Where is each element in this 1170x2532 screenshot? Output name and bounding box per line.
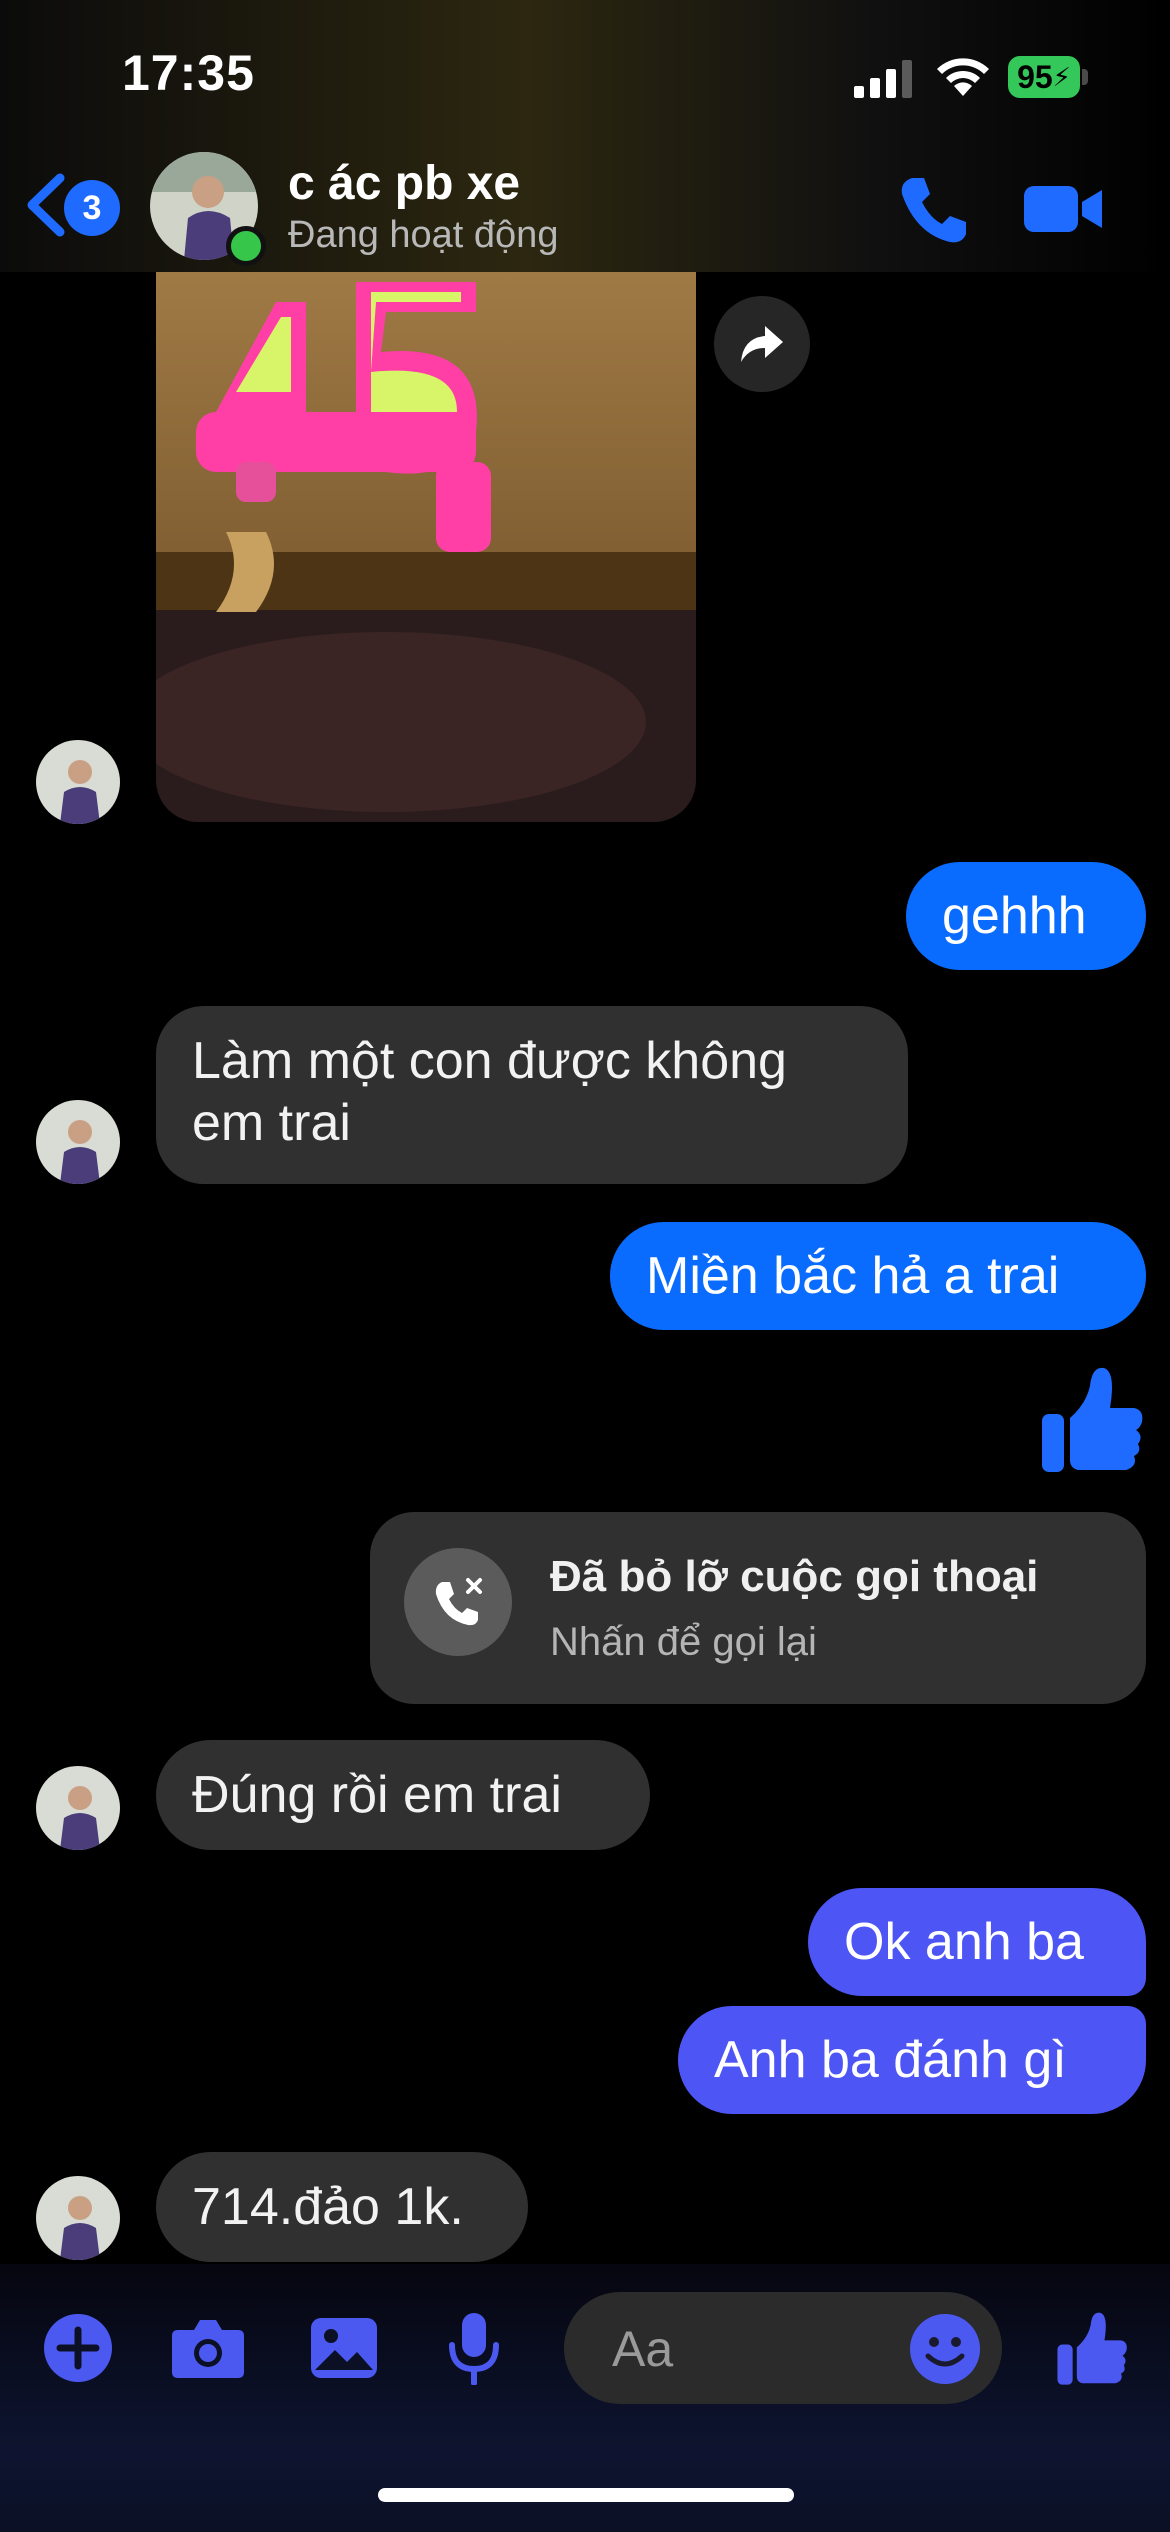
contact-avatar-small[interactable] <box>36 740 120 824</box>
missed-call-subtitle: Nhấn để gọi lại <box>550 1620 817 1664</box>
thumbs-up-button[interactable] <box>1054 2310 1130 2386</box>
outgoing-message[interactable]: Anh ba đánh gì <box>678 2006 1146 2114</box>
image-message[interactable] <box>156 272 696 822</box>
unread-count-badge[interactable]: 3 <box>64 180 120 236</box>
phone-call-button[interactable] <box>896 172 972 248</box>
contact-avatar-small[interactable] <box>36 1100 120 1184</box>
cellular-signal-icon <box>854 60 912 98</box>
contact-status: Đang hoạt động <box>288 214 559 256</box>
incoming-message[interactable]: 714.đảo 1k. <box>156 2152 528 2262</box>
gallery-button[interactable] <box>306 2310 382 2386</box>
battery-indicator: 95 ⚡ <box>1008 56 1088 98</box>
outgoing-message[interactable]: Miền bắc hả a trai <box>610 1222 1146 1330</box>
outgoing-message[interactable]: gehhh <box>906 862 1146 970</box>
microphone-icon <box>449 2313 499 2385</box>
missed-call-title: Đã bỏ lỡ cuộc gọi thoại <box>550 1552 1039 1601</box>
image-gallery-icon <box>311 2318 377 2378</box>
smiley-icon <box>925 2337 965 2367</box>
contact-name[interactable]: c ác pb xe <box>288 156 520 211</box>
outgoing-message[interactable]: Ok anh ba <box>808 1888 1146 1996</box>
incoming-message[interactable]: Đúng rồi em trai <box>156 1740 650 1850</box>
status-time: 17:35 <box>122 45 255 101</box>
forward-button[interactable] <box>714 296 810 392</box>
plus-circle-icon <box>44 2314 112 2382</box>
missed-call-icon[interactable] <box>404 1548 512 1656</box>
contact-avatar-small[interactable] <box>36 2176 120 2260</box>
battery-level: 95 <box>1017 58 1053 95</box>
video-call-button[interactable] <box>1022 178 1104 240</box>
message-input-placeholder: Aa <box>612 2321 674 2377</box>
incoming-message[interactable]: Làm một con được không em trai <box>156 1006 908 1184</box>
camera-icon <box>172 2320 244 2378</box>
emoji-button[interactable] <box>910 2314 980 2384</box>
thumbs-up-sent-icon[interactable] <box>1038 1364 1146 1474</box>
wifi-icon <box>937 58 989 96</box>
contact-avatar-small[interactable] <box>36 1766 120 1850</box>
share-arrow-icon <box>741 326 783 362</box>
online-status-dot <box>226 226 266 266</box>
home-indicator <box>378 2488 794 2502</box>
voice-message-button[interactable] <box>436 2310 512 2386</box>
camera-button[interactable] <box>170 2310 246 2386</box>
add-button[interactable] <box>40 2310 116 2386</box>
